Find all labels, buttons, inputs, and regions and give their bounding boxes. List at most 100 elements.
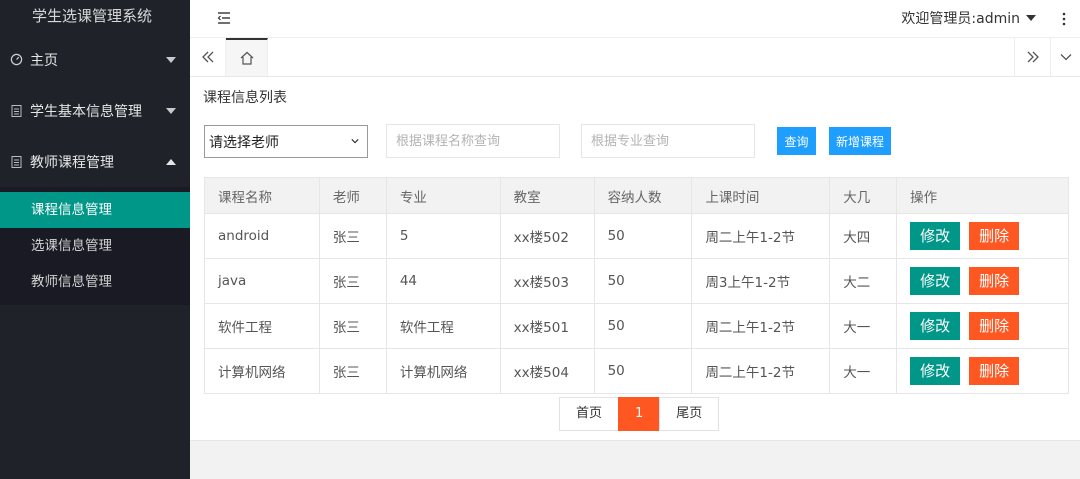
column-header: 大几 (829, 177, 898, 214)
panel-title: 课程信息列表 (203, 90, 287, 106)
query-button[interactable]: 查询 (777, 127, 816, 155)
sidebar-subitem-teacher-info[interactable]: 教师信息管理 (0, 264, 190, 300)
welcome-text: 欢迎管理员:admin (901, 11, 1020, 27)
edit-button[interactable]: 修改 (910, 222, 961, 250)
edit-button[interactable]: 修改 (910, 357, 961, 385)
cell-major: 计算机网络 (385, 348, 501, 394)
cell-capacity: 50 (593, 303, 693, 349)
content-panel: 课程信息列表 请选择老师 查询 新增课程 课程名称 老师 专业 教室 容纳人数 … (190, 77, 1080, 440)
caret-up-icon (166, 158, 176, 165)
cell-capacity: 50 (593, 258, 693, 304)
cell-course-name: 软件工程 (204, 303, 320, 349)
tab-scroll-right-button[interactable] (1014, 38, 1050, 76)
document-icon (8, 155, 24, 168)
cell-actions: 修改 删除 (896, 258, 1069, 304)
caret-down-icon (1026, 15, 1036, 21)
cell-class-time: 周二上午1-2节 (691, 303, 831, 349)
sidebar-submenu: 课程信息管理 选课信息管理 教师信息管理 (0, 187, 190, 305)
table-header-row: 课程名称 老师 专业 教室 容纳人数 上课时间 大几 操作 (204, 177, 1069, 214)
cell-grade: 大一 (829, 348, 898, 394)
tab-menu-button[interactable] (1050, 38, 1080, 76)
column-header: 专业 (385, 177, 501, 214)
cell-course-name: java (204, 258, 320, 304)
double-chevron-left-icon (201, 51, 213, 63)
sidebar-item-label: 学生基本信息管理 (30, 103, 142, 120)
cell-grade: 大一 (829, 303, 898, 349)
footer-area (190, 440, 1080, 479)
cell-capacity: 50 (593, 213, 693, 259)
course-table: 课程名称 老师 专业 教室 容纳人数 上课时间 大几 操作 android 张三… (204, 177, 1069, 394)
caret-down-icon (166, 107, 176, 114)
delete-button[interactable]: 删除 (969, 312, 1020, 340)
major-search-input[interactable] (581, 124, 755, 158)
tab-scroll-left-button[interactable] (190, 38, 226, 76)
cell-teacher: 张三 (318, 348, 387, 394)
column-header: 教室 (499, 177, 595, 214)
edit-button[interactable]: 修改 (910, 267, 961, 295)
cell-actions: 修改 删除 (896, 303, 1069, 349)
column-header: 老师 (318, 177, 387, 214)
caret-down-icon (166, 56, 176, 63)
current-page-button[interactable]: 1 (618, 397, 661, 431)
delete-button[interactable]: 删除 (969, 222, 1020, 250)
cell-major: 44 (385, 258, 501, 304)
chevron-down-icon (351, 139, 359, 144)
cell-classroom: xx楼502 (499, 213, 595, 259)
column-header: 课程名称 (204, 177, 320, 214)
cell-class-time: 周二上午1-2节 (691, 348, 831, 394)
app-title: 学生选课管理系统 (32, 7, 153, 25)
sidebar-item-student-info[interactable]: 学生基本信息管理 (0, 85, 190, 136)
table-row: 软件工程 张三 软件工程 xx楼501 50 周二上午1-2节 大一 修改 删除 (204, 303, 1069, 349)
cell-teacher: 张三 (318, 303, 387, 349)
cell-course-name: 计算机网络 (204, 348, 320, 394)
first-page-button[interactable]: 首页 (559, 397, 620, 431)
column-header: 容纳人数 (593, 177, 693, 214)
menu-toggle-icon[interactable] (216, 10, 232, 26)
pagination: 首页 1 尾页 (559, 397, 720, 431)
tab-home[interactable] (226, 38, 268, 76)
top-header: 欢迎管理员:admin (190, 0, 1080, 38)
cell-class-time: 周3上午1-2节 (691, 258, 831, 304)
more-vertical-icon[interactable] (1062, 11, 1066, 27)
delete-button[interactable]: 删除 (969, 267, 1020, 295)
edit-button[interactable]: 修改 (910, 312, 961, 340)
cell-teacher: 张三 (318, 213, 387, 259)
cell-teacher: 张三 (318, 258, 387, 304)
sidebar-item-teacher-course[interactable]: 教师课程管理 (0, 136, 190, 187)
sidebar-subitem-course-info[interactable]: 课程信息管理 (0, 192, 190, 228)
teacher-select[interactable]: 请选择老师 (204, 125, 368, 158)
sidebar-item-label: 教师课程管理 (30, 154, 114, 171)
teacher-select-value: 请选择老师 (209, 134, 279, 151)
cell-major: 5 (385, 213, 501, 259)
cell-actions: 修改 删除 (896, 348, 1069, 394)
sidebar: 学生选课管理系统 主页 学生基本信息管理 教师课程管理 课程信息管理 选课信息管… (0, 0, 190, 479)
cell-course-name: android (204, 213, 320, 259)
course-name-search-input[interactable] (386, 124, 560, 158)
last-page-button[interactable]: 尾页 (659, 397, 720, 431)
column-header: 操作 (896, 177, 1069, 214)
cell-actions: 修改 删除 (896, 213, 1069, 259)
sidebar-subitem-selection-info[interactable]: 选课信息管理 (0, 228, 190, 264)
double-chevron-right-icon (1027, 51, 1039, 63)
cell-grade: 大四 (829, 213, 898, 259)
cell-classroom: xx楼501 (499, 303, 595, 349)
user-menu[interactable]: 欢迎管理员:admin (901, 8, 1036, 28)
table-row: android 张三 5 xx楼502 50 周二上午1-2节 大四 修改 删除 (204, 213, 1069, 259)
home-icon (240, 51, 253, 65)
chevron-down-icon (1060, 54, 1071, 61)
sidebar-item-label: 主页 (30, 52, 58, 69)
table-row: java 张三 44 xx楼503 50 周3上午1-2节 大二 修改 删除 (204, 258, 1069, 304)
table-row: 计算机网络 张三 计算机网络 xx楼504 50 周二上午1-2节 大一 修改删… (204, 348, 1069, 394)
document-icon (8, 104, 24, 117)
cell-classroom: xx楼503 (499, 258, 595, 304)
cell-grade: 大二 (829, 258, 898, 304)
tab-bar (190, 38, 1080, 77)
cell-major: 软件工程 (385, 303, 501, 349)
add-course-button[interactable]: 新增课程 (829, 127, 891, 155)
cell-capacity: 50 (593, 348, 693, 394)
sidebar-item-home[interactable]: 主页 (0, 34, 190, 85)
column-header: 上课时间 (691, 177, 831, 214)
dashboard-icon (8, 53, 24, 66)
cell-class-time: 周二上午1-2节 (691, 213, 831, 259)
delete-button[interactable]: 删除 (969, 357, 1020, 385)
